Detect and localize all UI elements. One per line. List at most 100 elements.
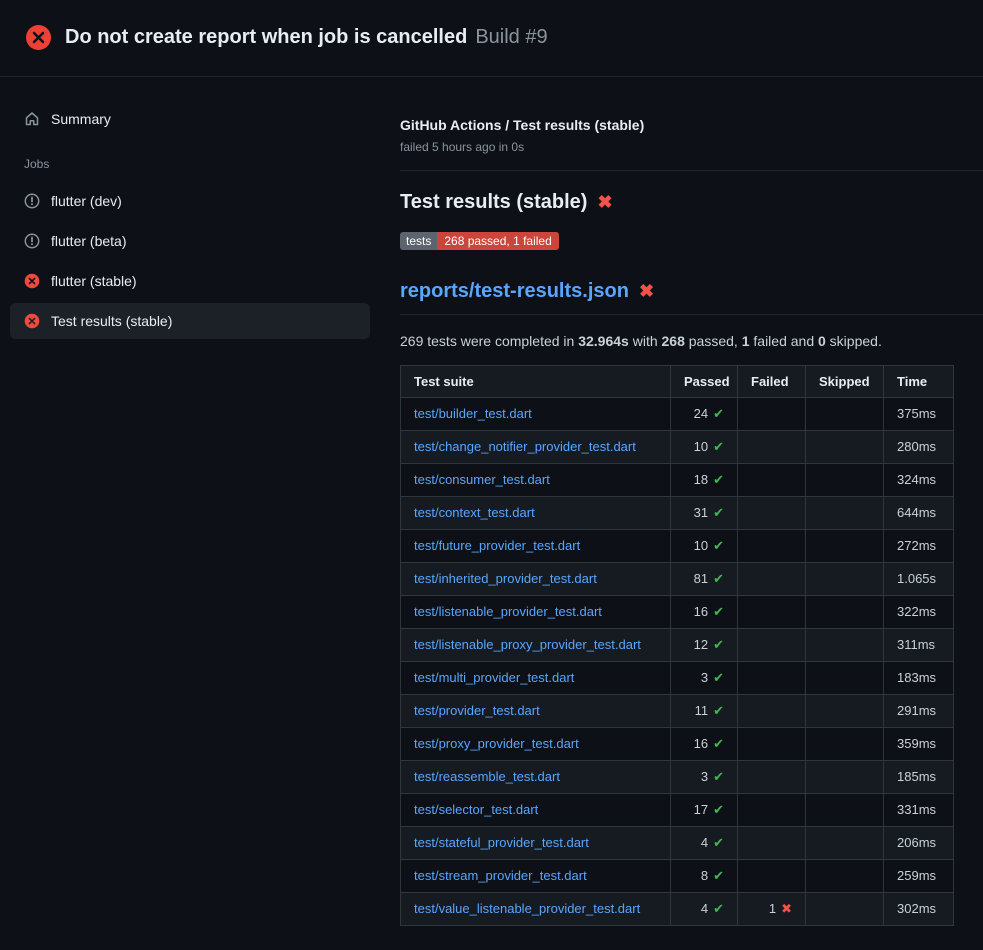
summary-passed: 268: [662, 333, 685, 349]
pass-check-icon: ✔: [713, 538, 724, 553]
failed-cell: 1✖: [738, 892, 806, 925]
sidebar: Summary Jobs flutter (dev) flut: [0, 77, 400, 343]
failed-x-circle-icon: [24, 313, 40, 329]
passed-cell-value: 17: [694, 802, 708, 817]
test-suite-link[interactable]: test/selector_test.dart: [414, 802, 538, 817]
suite-cell: test/consumer_test.dart: [401, 463, 671, 496]
fail-x-icon: ✖: [781, 901, 792, 916]
summary-text: failed and: [750, 333, 819, 349]
passed-cell-value: 4: [701, 901, 708, 916]
test-suite-link[interactable]: test/listenable_proxy_provider_test.dart: [414, 637, 641, 652]
tests-status-badge: tests 268 passed, 1 failed: [400, 232, 559, 250]
column-header-time: Time: [884, 365, 954, 397]
pass-check-icon: ✔: [713, 736, 724, 751]
passed-cell-value: 16: [694, 604, 708, 619]
passed-cell-value: 16: [694, 736, 708, 751]
pass-check-icon: ✔: [713, 670, 724, 685]
skipped-cell: [806, 694, 884, 727]
skipped-cell: [806, 826, 884, 859]
jobs-section-label: Jobs: [10, 137, 370, 183]
time-cell: 185ms: [884, 760, 954, 793]
test-suite-link[interactable]: test/context_test.dart: [414, 505, 535, 520]
passed-cell: 3✔: [671, 661, 738, 694]
main-content: GitHub Actions / Test results (stable) f…: [400, 77, 983, 926]
failed-cell-value: 1: [769, 901, 776, 916]
failed-cell: [738, 562, 806, 595]
time-cell: 291ms: [884, 694, 954, 727]
test-suite-link[interactable]: test/proxy_provider_test.dart: [414, 736, 579, 751]
passed-cell-value: 10: [694, 439, 708, 454]
pass-check-icon: ✔: [713, 835, 724, 850]
failed-x-circle-icon: [24, 273, 40, 289]
skipped-cell: [806, 496, 884, 529]
section-title: Test results (stable): [400, 191, 587, 214]
test-suite-link[interactable]: test/listenable_provider_test.dart: [414, 604, 602, 619]
failed-cell: [738, 793, 806, 826]
column-header-passed: Passed: [671, 365, 738, 397]
test-suite-link[interactable]: test/builder_test.dart: [414, 406, 532, 421]
sidebar-item-flutter-beta[interactable]: flutter (beta): [10, 223, 370, 259]
time-cell: 280ms: [884, 430, 954, 463]
sidebar-item-flutter-dev[interactable]: flutter (dev): [10, 183, 370, 219]
test-suite-link[interactable]: test/future_provider_test.dart: [414, 538, 580, 553]
test-suite-link[interactable]: test/consumer_test.dart: [414, 472, 550, 487]
suite-cell: test/proxy_provider_test.dart: [401, 727, 671, 760]
suite-cell: test/context_test.dart: [401, 496, 671, 529]
summary-skipped: 0: [818, 333, 826, 349]
pass-check-icon: ✔: [713, 703, 724, 718]
passed-cell: 10✔: [671, 529, 738, 562]
summary-failed: 1: [742, 333, 750, 349]
summary-duration: 32.964s: [578, 333, 629, 349]
passed-cell: 17✔: [671, 793, 738, 826]
time-cell: 359ms: [884, 727, 954, 760]
failed-cell: [738, 628, 806, 661]
summary-text: with: [629, 333, 662, 349]
skipped-cell: [806, 463, 884, 496]
sidebar-item-test-results-stable[interactable]: Test results (stable): [10, 303, 370, 339]
time-cell: 1.065s: [884, 562, 954, 595]
failed-cell: [738, 727, 806, 760]
test-summary-line: 269 tests were completed in 32.964s with…: [400, 333, 953, 349]
pass-check-icon: ✔: [713, 868, 724, 883]
summary-text: 269 tests were completed in: [400, 333, 578, 349]
table-row: test/context_test.dart31✔644ms: [401, 496, 954, 529]
table-row: test/inherited_provider_test.dart 81✔ 1.06…: [401, 562, 954, 595]
passed-cell: 31✔: [671, 496, 738, 529]
passed-cell: 10✔: [671, 430, 738, 463]
pass-check-icon: ✔: [713, 472, 724, 487]
failed-cell: [738, 694, 806, 727]
table-row: test/stream_provider_test.dart8✔259ms: [401, 859, 954, 892]
report-file-link[interactable]: reports/test-results.json: [400, 280, 629, 303]
test-suite-link[interactable]: test/stream_provider_test.dart: [414, 868, 587, 883]
page-title: Do not create report when job is cancell…: [65, 26, 548, 49]
passed-cell: 24✔: [671, 397, 738, 430]
failed-cell: [738, 430, 806, 463]
passed-cell: 8✔: [671, 859, 738, 892]
test-suite-link[interactable]: test/multi_provider_test.dart: [414, 670, 574, 685]
passed-cell: 4✔: [671, 892, 738, 925]
passed-cell: 81✔: [671, 562, 738, 595]
skipped-cell: [806, 562, 884, 595]
warning-circle-icon: [24, 233, 40, 249]
suite-cell: test/listenable_proxy_provider_test.dart: [401, 628, 671, 661]
suite-cell: test/future_provider_test.dart: [401, 529, 671, 562]
table-row: test/future_provider_test.dart10✔272ms: [401, 529, 954, 562]
run-header: Do not create report when job is cancell…: [0, 0, 983, 77]
failed-cell: [738, 826, 806, 859]
sidebar-item-summary[interactable]: Summary: [10, 101, 370, 137]
run-title: Do not create report when job is cancell…: [65, 26, 467, 48]
test-suite-link[interactable]: test/stateful_provider_test.dart: [414, 835, 589, 850]
table-row: test/provider_test.dart 11✔ 291ms: [401, 694, 954, 727]
test-suite-link[interactable]: test/inherited_provider_test.dart: [414, 571, 597, 586]
results-table-body: test/builder_test.dart24✔375mstest/chang…: [401, 397, 954, 925]
test-suite-link[interactable]: test/change_notifier_provider_test.dart: [414, 439, 636, 454]
passed-cell-value: 24: [694, 406, 708, 421]
failed-cell: [738, 859, 806, 892]
test-suite-link[interactable]: test/value_listenable_provider_test.dart: [414, 901, 640, 916]
passed-cell: 11✔: [671, 694, 738, 727]
table-row: test/listenable_proxy_provider_test.dart…: [401, 628, 954, 661]
sidebar-item-flutter-stable[interactable]: flutter (stable): [10, 263, 370, 299]
test-suite-link[interactable]: test/reassemble_test.dart: [414, 769, 560, 784]
test-suite-link[interactable]: test/provider_test.dart: [414, 703, 540, 718]
passed-cell: 16✔: [671, 595, 738, 628]
